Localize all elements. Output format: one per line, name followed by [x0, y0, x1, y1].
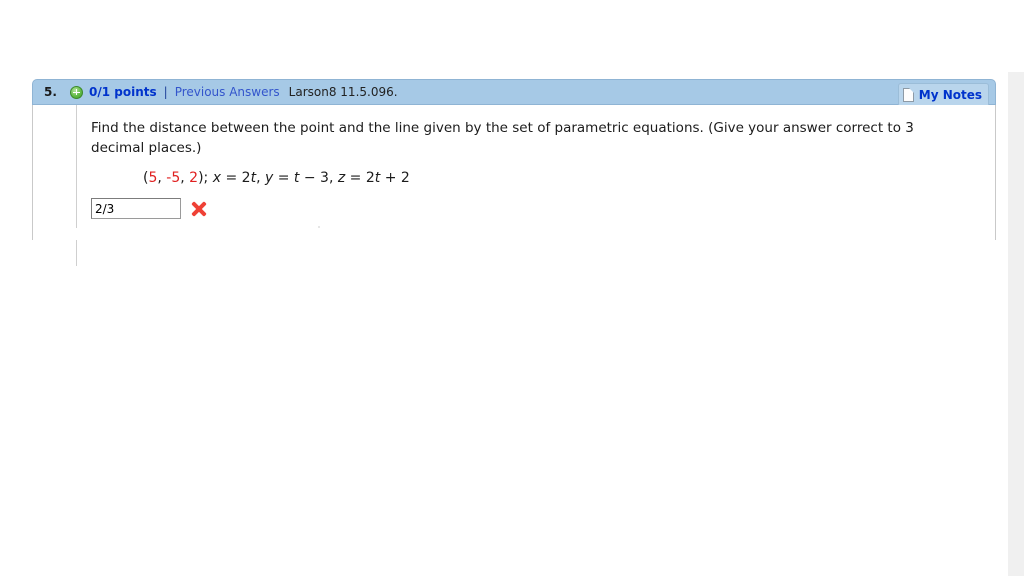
- plus-circle-icon[interactable]: [70, 85, 83, 99]
- equation-z-rhs-b: + 2: [380, 170, 410, 186]
- question-number: 5.: [44, 85, 57, 99]
- answer-input[interactable]: [91, 198, 181, 219]
- equation-y-rhs-b: − 3: [299, 170, 329, 186]
- math-expression: (5, -5, 2); x = 2t, y = t − 3, z = 2t + …: [143, 170, 977, 186]
- question-prompt: Find the distance between the point and …: [91, 120, 914, 156]
- question-body: Find the distance between the point and …: [32, 105, 996, 266]
- equation-separator-2: ,: [328, 170, 338, 186]
- page-artifact-dot: [318, 226, 320, 228]
- point-y-value: -5: [166, 170, 181, 186]
- question-card: 5. 0/1 points | Previous Answers Larson8…: [32, 79, 996, 266]
- previous-answers-link[interactable]: Previous Answers: [175, 85, 280, 99]
- question-content: Find the distance between the point and …: [91, 118, 977, 219]
- header-separator: |: [163, 85, 168, 99]
- equation-y-rhs-a: =: [273, 170, 294, 186]
- textbook-reference: Larson8 11.5.096.: [288, 85, 398, 99]
- note-page-icon: [902, 87, 914, 102]
- point-z-value: 2: [189, 170, 199, 186]
- math-comma-2: ,: [180, 170, 190, 186]
- red-x-incorrect-icon: [191, 201, 207, 217]
- equation-separator-1: ,: [256, 170, 265, 186]
- my-notes-label: My Notes: [918, 87, 982, 102]
- answer-row: [91, 198, 977, 219]
- math-comma-1: ,: [157, 170, 167, 186]
- question-header-bar: 5. 0/1 points | Previous Answers Larson8…: [32, 79, 996, 105]
- card-bottom-edge: [33, 228, 995, 240]
- points-label: 0/1 points: [89, 85, 157, 99]
- my-notes-button[interactable]: My Notes: [897, 83, 989, 105]
- page-scrollbar[interactable]: [1008, 72, 1024, 576]
- equation-x-rhs: = 2: [221, 170, 251, 186]
- close-paren: );: [198, 170, 209, 186]
- equation-x-variable: x: [212, 170, 222, 186]
- page-scrollbar-thumb[interactable]: [1008, 72, 1024, 224]
- gutter-divider: [76, 105, 77, 266]
- equation-z-rhs: = 2: [345, 170, 375, 186]
